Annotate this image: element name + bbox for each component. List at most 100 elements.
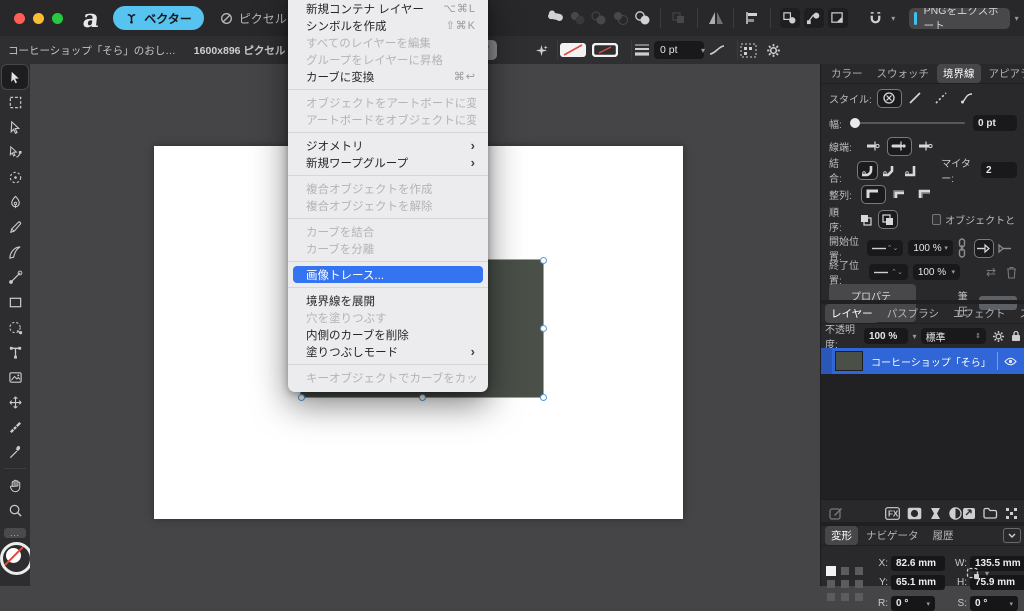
trash-icon[interactable] (1006, 266, 1017, 279)
node-tool[interactable] (2, 115, 28, 139)
selection-handle-s[interactable] (419, 394, 426, 401)
link-positions-icon[interactable] (957, 238, 967, 258)
menu-item[interactable]: カーブを分離 (288, 240, 488, 257)
menu-item[interactable]: 新規コンテナ レイヤー ⌥⌘L (288, 0, 488, 17)
rotation-input[interactable]: 0 °▾ (891, 596, 935, 611)
place-image-tool[interactable] (2, 365, 28, 389)
menu-item[interactable]: 複合オブジェクトを作成 (288, 180, 488, 197)
selection-handle-se[interactable] (540, 394, 547, 401)
vector-brush-tool[interactable] (2, 240, 28, 264)
selection-handle-e[interactable] (540, 325, 547, 332)
transform-point-tool[interactable] (2, 140, 28, 164)
tab-navigator[interactable]: ナビゲータ (860, 526, 925, 545)
tab-stroke[interactable]: 境界線 (937, 64, 981, 83)
menu-item[interactable]: 境界線を展開 (288, 292, 488, 309)
flip-horizontal-button[interactable] (705, 7, 727, 29)
view-tool[interactable] (2, 473, 28, 497)
gradient-tool[interactable] (2, 265, 28, 289)
layer-list-empty-area[interactable] (821, 374, 1024, 500)
artboard-tool[interactable] (2, 90, 28, 114)
menu-item[interactable]: 画像トレース... (293, 266, 483, 283)
layer-settings-gear-icon[interactable] (992, 330, 1005, 343)
boolean-subtract-button[interactable] (567, 7, 589, 29)
menu-item[interactable]: キーオブジェクトでカーブをカット (288, 369, 488, 386)
tab-appearance[interactable]: アピアランス (983, 64, 1024, 83)
cap-round-button[interactable] (888, 138, 911, 155)
swap-positions-icon[interactable]: ⇄ (986, 265, 996, 279)
tab-transform[interactable]: 変形 (825, 526, 858, 545)
gear-icon[interactable] (766, 43, 781, 58)
stroke-width-slider[interactable] (850, 122, 965, 124)
tab-swatches[interactable]: スウォッチ (871, 64, 936, 83)
alignment-button[interactable] (741, 7, 763, 29)
opacity-caret[interactable]: ▾ (913, 332, 917, 341)
selection-handle-sw[interactable] (298, 394, 305, 401)
opacity-input[interactable]: 100 % (864, 328, 908, 344)
window-close-button[interactable] (14, 13, 25, 24)
menu-item[interactable]: 複合オブジェクトを解除 (288, 197, 488, 214)
shape-builder-tool[interactable] (2, 315, 28, 339)
boolean-add-button[interactable] (545, 7, 567, 29)
cap-butt-button[interactable] (862, 138, 885, 155)
new-layer-icon[interactable] (962, 507, 976, 520)
layer-visibility-eye-icon[interactable] (1004, 357, 1017, 366)
transform-anchor-selector[interactable] (827, 567, 864, 601)
menu-item[interactable]: すべてのレイヤーを編集 (288, 34, 488, 51)
persona-tab-pixel[interactable]: ピクセル (208, 6, 299, 30)
slider-knob[interactable] (850, 118, 860, 128)
menu-item[interactable]: 穴を塗りつぶす (288, 309, 488, 326)
move-tool[interactable] (2, 65, 28, 89)
pressure-profile-icon[interactable] (708, 43, 726, 57)
start-dash-stepper[interactable]: ⌃⌄ (867, 240, 904, 256)
join-round-button[interactable] (858, 162, 877, 179)
pen-tool[interactable] (2, 190, 28, 214)
menu-item[interactable]: アートボードをオブジェクトに変換 (288, 111, 488, 128)
tab-effects[interactable]: エフェクト (947, 304, 1012, 323)
y-input[interactable]: 65.1 mm (891, 575, 945, 590)
snapping-magnet-button[interactable] (865, 7, 887, 29)
export-shortcut-button[interactable]: PNGをエクスポート (909, 8, 1009, 29)
snapping-grid-icon[interactable] (740, 43, 757, 58)
tab-path-brushes[interactable]: パスブラシ (881, 304, 945, 323)
adjustment-icon[interactable] (949, 507, 962, 520)
new-group-folder-icon[interactable] (983, 507, 998, 519)
transform-mode-control[interactable]: ▾ (965, 566, 989, 580)
color-picker-tool[interactable] (2, 440, 28, 464)
menu-item[interactable]: 塗りつぶしモード (288, 343, 488, 360)
style-picker-tool[interactable] (2, 415, 28, 439)
menu-item[interactable]: グループをレイヤーに昇格 (288, 51, 488, 68)
align-center-button[interactable] (862, 186, 885, 203)
boolean-divide-button[interactable] (632, 7, 654, 29)
join-miter-button[interactable] (901, 162, 920, 179)
menu-item[interactable]: 新規ワープグループ (288, 154, 488, 171)
corner-tool[interactable] (2, 165, 28, 189)
vector-crop-tool[interactable] (2, 390, 28, 414)
tab-history[interactable]: 履歴 (927, 526, 960, 545)
transform-panel-chevron-icon[interactable] (1003, 528, 1021, 543)
menu-item[interactable]: カーブに変換 ⌘↩ (288, 68, 488, 85)
fill-stroke-color-selector[interactable] (0, 542, 33, 575)
window-minimize-button[interactable] (33, 13, 44, 24)
shear-input[interactable]: 0 °▾ (970, 596, 1018, 611)
text-tool[interactable] (2, 340, 28, 364)
miter-value[interactable]: 2 (981, 162, 1017, 178)
merge-curves-button[interactable] (668, 7, 690, 29)
stroke-style-solid-button[interactable] (904, 90, 927, 107)
order-behind-button[interactable] (857, 211, 875, 228)
pencil-tool[interactable] (2, 215, 28, 239)
cap-square-button[interactable] (914, 138, 937, 155)
menu-item[interactable]: ジオメトリ (288, 137, 488, 154)
enhance-icon[interactable] (528, 39, 554, 61)
stroke-width-value[interactable]: 0 pt (973, 115, 1017, 131)
export-caret[interactable]: ▾ (1015, 14, 1019, 23)
menu-item[interactable]: カーブを結合 (288, 223, 488, 240)
scale-with-object-checkbox[interactable] (932, 214, 941, 225)
x-input[interactable]: 82.6 mm (891, 556, 945, 571)
layer-name[interactable]: コーヒーショップ「そら」のおしゃれ… (871, 354, 991, 369)
snapping-caret[interactable]: ▾ (891, 14, 895, 23)
selection-handle-ne[interactable] (540, 257, 547, 264)
stroke-style-dash-button[interactable] (930, 90, 953, 107)
zoom-tool[interactable] (2, 498, 28, 522)
fill-swatch[interactable] (560, 43, 586, 57)
stroke-swatch[interactable] (592, 43, 618, 57)
